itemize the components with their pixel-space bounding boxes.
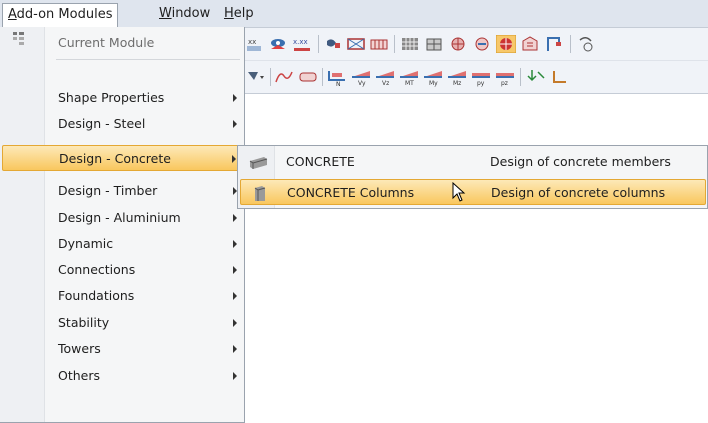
submenu-arrow-icon	[233, 120, 237, 128]
icon-label-pz: pz	[501, 80, 508, 87]
submenu-arrow-icon	[233, 214, 237, 222]
submenu-arrow-icon	[233, 94, 237, 102]
crane-icon[interactable]	[544, 35, 564, 53]
mesh-grid-icon[interactable]	[400, 35, 420, 53]
support-reactions-icon[interactable]	[526, 68, 546, 86]
menu-item-others[interactable]: Others	[2, 363, 242, 389]
submenu-item-concrete-columns[interactable]: CONCRETE Columns Design of concrete colu…	[240, 179, 706, 205]
submenu-arrow-icon	[233, 240, 237, 248]
icon-label-vz: Vz	[382, 80, 389, 87]
toolbar-separator	[570, 35, 571, 53]
menu-window[interactable]: Window	[154, 3, 215, 24]
submenu-item-name: CONCRETE Columns	[287, 185, 415, 200]
menu-item-dynamic[interactable]: Dynamic	[2, 231, 242, 257]
menu-item-label: Design - Timber	[58, 183, 158, 198]
menu-item-connections[interactable]: Connections	[2, 257, 242, 283]
shear-force-vy-icon[interactable]: Vy	[350, 67, 372, 87]
menu-item-design-concrete[interactable]: Design - Concrete	[2, 145, 242, 171]
format-value-icon[interactable]: x.xx	[292, 35, 312, 53]
menu-bar: Add-on Modules Window Help	[0, 0, 708, 28]
contact-py-icon[interactable]: py	[470, 67, 492, 87]
menu-item-label: Towers	[58, 341, 101, 356]
menu-separator	[56, 59, 240, 60]
menu-add-on-modules[interactable]: Add-on Modules	[2, 3, 119, 28]
submenu-item-description: Design of concrete members	[490, 154, 671, 169]
menu-item-label: Design - Steel	[58, 116, 146, 131]
display-dropdown-icon[interactable]	[246, 68, 266, 86]
add-on-modules-dropdown: Current Module Shape Properties Design -…	[0, 27, 245, 423]
toolbar-separator	[520, 68, 521, 86]
submenu-arrow-icon	[233, 319, 237, 327]
menu-window-label: indow	[171, 6, 211, 21]
submenu-arrow-icon	[232, 155, 236, 163]
view-eye-icon[interactable]	[268, 35, 288, 53]
support-node-icon[interactable]	[448, 35, 468, 53]
menu-help-label: elp	[233, 6, 254, 21]
submenu-arrow-icon	[233, 345, 237, 353]
selected-node-icon[interactable]	[496, 35, 516, 53]
moment-mz-icon[interactable]: Mz	[446, 67, 468, 87]
icon-label-my: My	[429, 80, 438, 87]
result-values-icon[interactable]	[298, 68, 318, 86]
menu-item-current-module: Current Module	[2, 30, 242, 56]
submenu-arrow-icon	[233, 372, 237, 380]
building-model-icon[interactable]	[520, 35, 540, 53]
menu-item-label: Design - Aluminium	[58, 210, 181, 225]
submenu-item-name: CONCRETE	[286, 154, 355, 169]
member-diagram-icon[interactable]	[550, 68, 570, 86]
toolbar-separator	[318, 35, 319, 53]
svg-text:xx: xx	[248, 38, 256, 46]
rotate-view-icon[interactable]	[576, 35, 596, 53]
submenu-item-concrete[interactable]: CONCRETE Design of concrete members	[240, 149, 706, 175]
menu-help[interactable]: Help	[219, 3, 259, 24]
axial-force-n-icon[interactable]: N	[326, 67, 348, 87]
menu-item-label: Connections	[58, 262, 136, 277]
design-concrete-submenu: CONCRETE Design of concrete members CONC…	[237, 145, 708, 209]
grid-xx-icon[interactable]: xx	[246, 35, 264, 53]
menu-item-stability[interactable]: Stability	[2, 310, 242, 336]
menu-item-shape-properties[interactable]: Shape Properties	[2, 85, 242, 111]
submenu-item-description: Design of concrete columns	[491, 185, 666, 200]
menu-item-label: Foundations	[58, 288, 135, 303]
menu-item-towers[interactable]: Towers	[2, 336, 242, 362]
menu-item-label: Dynamic	[58, 236, 114, 251]
torsion-mt-icon[interactable]: MT	[398, 67, 420, 87]
toolbar-separator	[270, 68, 271, 86]
deformation-icon[interactable]	[274, 68, 294, 86]
moment-my-icon[interactable]: My	[422, 67, 444, 87]
menu-item-design-timber[interactable]: Design - Timber	[2, 178, 242, 204]
menu-item-label: Stability	[58, 315, 110, 330]
contact-pz-icon[interactable]: pz	[494, 67, 516, 87]
menu-add-on-modules-label: dd-on Modules	[16, 7, 113, 22]
toolbar-separator	[394, 35, 395, 53]
menu-item-design-steel[interactable]: Design - Steel	[2, 111, 242, 137]
icon-label-n: N	[336, 81, 341, 87]
menu-item-label: Current Module	[58, 35, 155, 50]
icon-label-vy: Vy	[358, 80, 366, 87]
hinge-node-icon[interactable]	[472, 35, 492, 53]
submenu-arrow-icon	[233, 292, 237, 300]
concrete-beam-icon	[249, 157, 268, 169]
concrete-column-icon	[254, 186, 266, 201]
mouse-pointer-icon	[452, 182, 466, 202]
menu-item-label: Shape Properties	[58, 90, 165, 105]
icon-label-mt: MT	[405, 80, 414, 87]
load-frame-icon[interactable]	[346, 35, 366, 53]
toolbar1-value-text: x.xx	[293, 38, 308, 46]
menu-item-design-aluminium[interactable]: Design - Aluminium	[2, 205, 242, 231]
submenu-arrow-icon	[233, 266, 237, 274]
icon-label-mz: Mz	[453, 80, 461, 87]
icon-label-py: py	[477, 80, 485, 87]
toolbar-separator	[322, 68, 323, 86]
link-members-icon[interactable]	[324, 35, 342, 53]
menu-item-foundations[interactable]: Foundations	[2, 283, 242, 309]
load-table-icon[interactable]	[369, 35, 389, 53]
surface-grid-icon[interactable]	[424, 35, 444, 53]
shear-force-vz-icon[interactable]: Vz	[374, 67, 396, 87]
menu-item-label: Others	[58, 368, 101, 383]
menu-item-label: Design - Concrete	[59, 151, 171, 166]
